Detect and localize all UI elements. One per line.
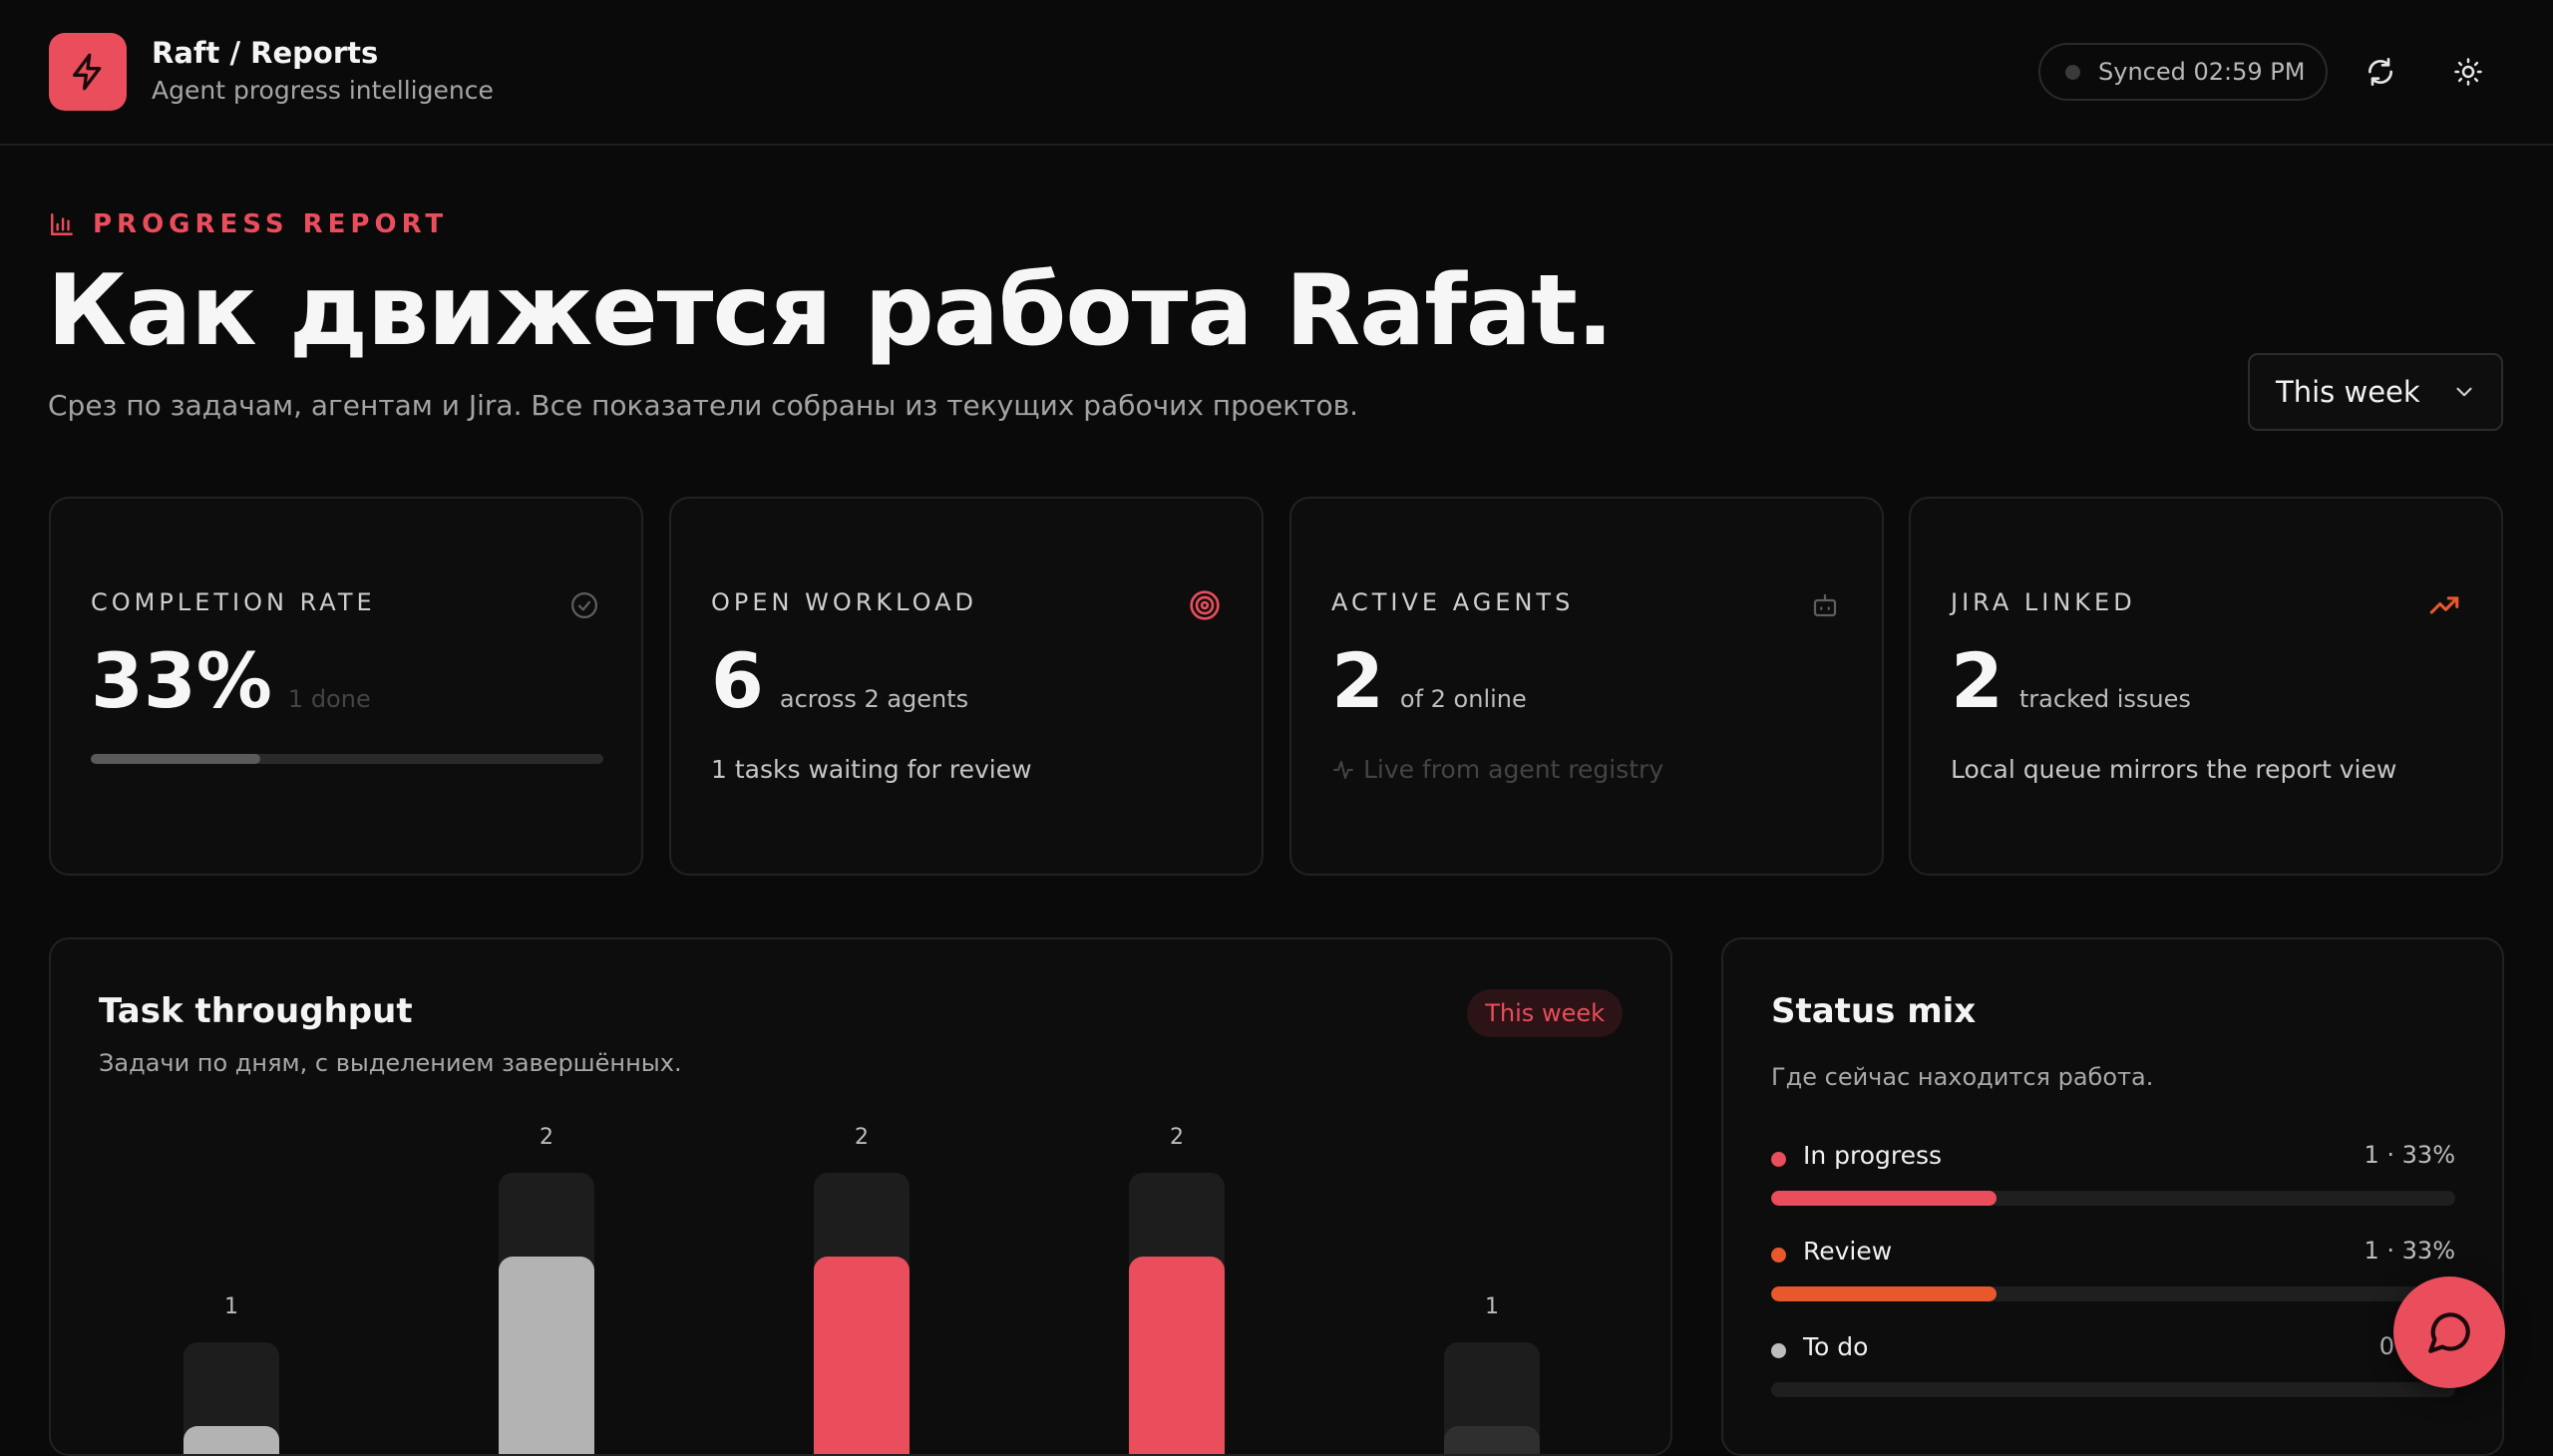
kpi-value: 6: [711, 636, 764, 725]
status-fill: [1771, 1191, 1998, 1206]
sun-icon: [2454, 58, 2482, 86]
status-track: [1771, 1286, 2455, 1301]
status-dot: [1771, 1248, 1786, 1263]
zap-icon: [73, 53, 102, 91]
kpi-card-agents: ACTIVE AGENTS 2 of 2 online Live from ag…: [1289, 497, 1884, 876]
status-value: 1 · 33%: [2364, 1141, 2456, 1169]
status-track: [1771, 1382, 2455, 1397]
date-range-value: This week: [2276, 375, 2420, 409]
kpi-unit: tracked issues: [2018, 685, 2191, 713]
completion-progress-bar: [91, 754, 603, 764]
kpi-card-completion: COMPLETION RATE 33% 1 done: [49, 497, 643, 876]
status-name: In progress: [1803, 1141, 1943, 1170]
throughput-period-badge: This week: [1467, 989, 1623, 1037]
kpi-label: ACTIVE AGENTS: [1331, 588, 1575, 616]
chevron-down-icon: [2456, 387, 2472, 397]
status-name: To do: [1803, 1332, 1869, 1361]
kpi-unit: 1 done: [287, 685, 371, 713]
kpi-unit: of 2 online: [1399, 685, 1527, 713]
kpi-value: 2: [1951, 636, 2004, 725]
kpi-label: COMPLETION RATE: [91, 588, 376, 616]
top-bar: Raft / Reports Agent progress intelligen…: [0, 0, 2553, 146]
completion-progress-fill: [91, 754, 260, 764]
check-circle-icon: [567, 588, 601, 622]
theme-toggle-button[interactable]: [2446, 50, 2490, 94]
kpi-note-row: Live from agent registry: [1331, 755, 1663, 784]
chat-button[interactable]: [2393, 1276, 2505, 1388]
kpi-card-jira: JIRA LINKED 2 tracked issues Local queue…: [1909, 497, 2503, 876]
bar-data-label: 2: [855, 1125, 869, 1150]
sync-status-badge: Synced 02:59 PM: [2038, 43, 2328, 101]
refresh-button[interactable]: [2359, 50, 2402, 94]
bar-fill: [814, 1257, 910, 1454]
throughput-subtitle: Задачи по дням, с выделением завершённых…: [99, 1049, 682, 1077]
app-title: Raft / Reports: [152, 36, 379, 70]
status-dot: [1771, 1152, 1786, 1167]
bar-fill: [499, 1257, 594, 1454]
bar-data-label: 1: [1485, 1294, 1499, 1319]
kpi-note: 1 tasks waiting for review: [711, 755, 1032, 784]
status-fill: [1771, 1286, 1998, 1301]
status-mix-subtitle: Где сейчас находится работа.: [1771, 1063, 2154, 1091]
date-range-select[interactable]: This week: [2248, 353, 2503, 431]
eyebrow: PROGRESS REPORT: [49, 209, 448, 239]
status-dot: [1771, 1343, 1786, 1358]
bot-icon: [1808, 588, 1842, 622]
eyebrow-label: PROGRESS REPORT: [93, 209, 449, 239]
bar-fill: [183, 1426, 279, 1454]
activity-icon: [1333, 760, 1353, 779]
refresh-icon: [2369, 58, 2392, 86]
status-track: [1771, 1191, 2455, 1206]
status-name: Review: [1803, 1237, 1893, 1266]
bar-data-label: 2: [540, 1125, 553, 1150]
app-subtitle: Agent progress intelligence: [152, 76, 494, 105]
message-circle-icon: [2428, 1312, 2470, 1353]
bar-chart-icon: [51, 213, 73, 235]
bar-data-label: 1: [224, 1294, 238, 1319]
status-value: 1 · 33%: [2364, 1237, 2456, 1265]
app-logo[interactable]: [49, 33, 127, 111]
kpi-value: 33%: [91, 636, 272, 725]
bar-data-label: 2: [1170, 1125, 1184, 1150]
bar-fill: [1129, 1257, 1225, 1454]
bar-fill: [1444, 1426, 1540, 1454]
kpi-label: OPEN WORKLOAD: [711, 588, 978, 616]
page-title: Как движется работа Rafat.: [47, 254, 1614, 368]
status-mix-title: Status mix: [1771, 991, 1977, 1031]
kpi-value: 2: [1331, 636, 1384, 725]
sync-indicator-dot: [2065, 64, 2080, 80]
kpi-note: Local queue mirrors the report view: [1951, 755, 2397, 784]
page-subtitle: Срез по задачам, агентам и Jira. Все пок…: [48, 389, 1359, 422]
trending-up-icon: [2427, 588, 2461, 622]
kpi-label: JIRA LINKED: [1951, 588, 2136, 616]
kpi-note: Live from agent registry: [1363, 755, 1664, 784]
sync-status-text: Synced 02:59 PM: [2098, 58, 2306, 86]
kpi-unit: across 2 agents: [779, 685, 969, 713]
status-mix-panel: Status mix Где сейчас находится работа. …: [1721, 937, 2504, 1456]
throughput-panel: Task throughput Задачи по дням, с выделе…: [49, 937, 1672, 1456]
throughput-title: Task throughput: [99, 991, 413, 1031]
target-icon: [1188, 588, 1222, 622]
kpi-card-workload: OPEN WORKLOAD 6 across 2 agents 1 tasks …: [669, 497, 1264, 876]
